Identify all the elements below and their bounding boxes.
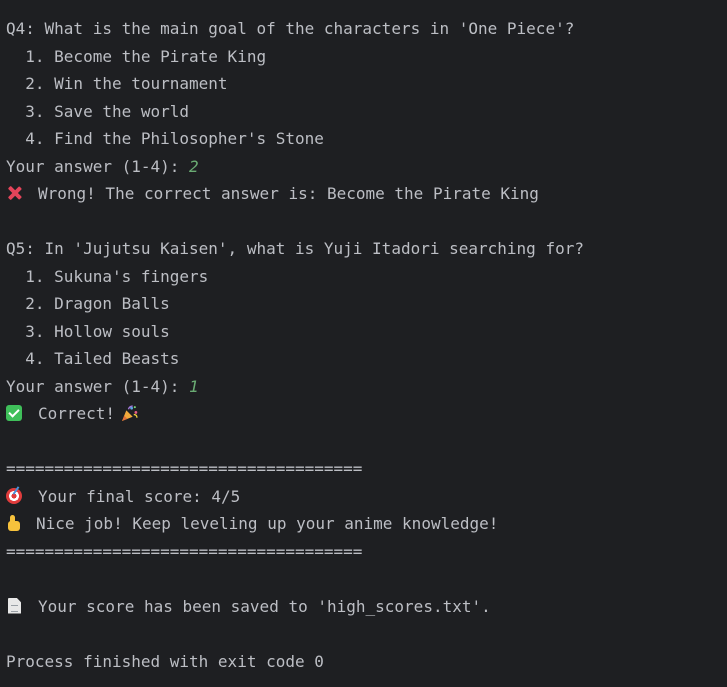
feedback-text: Nice job! Keep leveling up your anime kn… [36,514,499,533]
q5-question: Q5: In 'Jujutsu Kaisen', what is Yuji It… [6,239,584,258]
q5-option-3: 3. Hollow souls [6,321,170,341]
final-score-line: Your final score: 4/5 [6,483,727,511]
q4-option-2: 2. Win the tournament [6,74,228,93]
q4-answer-line: Your answer (1-4): 2 [6,153,727,181]
q4-user-input: 2 [189,156,199,176]
q5-answer-line: Your answer (1-4): 1 [6,373,727,401]
final-score-text: Your final score: 4/5 [38,486,241,506]
divider-top: ===================================== [6,459,363,478]
q4-option-1: 1. Become the Pirate King [6,46,267,66]
q4-result-line: Wrong! The correct answer is: Become the… [6,180,727,208]
q5-user-input: 1 [189,376,199,396]
green-check-icon [6,405,22,421]
party-popper-icon [122,405,138,421]
q4-question: Q4: What is the main goal of the charact… [6,19,575,38]
thumbs-up-icon [6,515,20,531]
q4-option-3: 3. Save the world [6,101,190,121]
q4-result-text: Wrong! The correct answer is: Become the… [38,184,539,203]
feedback-line: Nice job! Keep leveling up your anime kn… [6,510,727,538]
process-finished-line: Process finished with exit code 0 [6,651,324,671]
q5-result-text: Correct! [38,404,116,423]
divider-bottom: ===================================== [6,541,363,561]
red-cross-icon [6,185,22,201]
target-icon [6,487,22,504]
saved-line: Your score has been saved to 'high_score… [6,593,727,621]
saved-text: Your score has been saved to 'high_score… [38,596,491,616]
q5-option-1: 1. Sukuna's fingers [6,266,209,286]
q5-option-4: 4. Tailed Beasts [6,349,180,368]
q5-option-2: 2. Dragon Balls [6,294,170,313]
q4-option-4: 4. Find the Philosopher's Stone [6,129,324,148]
q5-result-line: Correct! [6,400,727,428]
q5-answer-prompt: Your answer (1-4): [6,376,190,396]
run-console-output[interactable]: Q4: What is the main goal of the charact… [0,0,727,687]
q4-answer-prompt: Your answer (1-4): [6,156,190,176]
document-icon [8,598,21,614]
